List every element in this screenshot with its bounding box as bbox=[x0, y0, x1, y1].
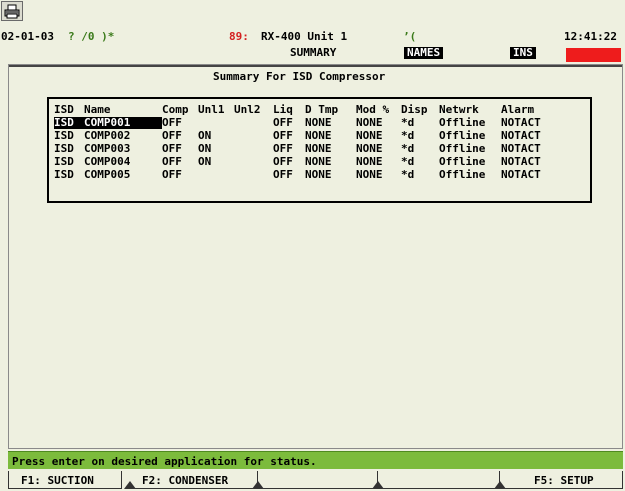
row-type: ISD bbox=[54, 155, 74, 168]
column-header: D Tmp bbox=[305, 103, 339, 116]
cell-alarm: NOTACT bbox=[501, 129, 541, 142]
fkey-label: F5: SETUP bbox=[534, 474, 594, 487]
cell-comp: OFF bbox=[162, 129, 182, 142]
key-separator bbox=[494, 481, 506, 489]
cell-comp: OFF bbox=[162, 116, 182, 129]
cell-netwrk: Offline bbox=[439, 168, 486, 181]
f5-setup-key[interactable]: F5: SETUP bbox=[494, 471, 623, 489]
page-title: Summary For ISD Compressor bbox=[213, 70, 386, 83]
key-separator bbox=[252, 481, 264, 489]
unit-name: RX-400 Unit 1 bbox=[261, 30, 348, 43]
cell-comp: OFF bbox=[162, 142, 182, 155]
cell-dtmp: NONE bbox=[305, 155, 332, 168]
cell-unl1: ON bbox=[198, 142, 212, 155]
divider bbox=[9, 65, 622, 67]
cell-netwrk: Offline bbox=[439, 129, 486, 142]
row-type: ISD bbox=[54, 168, 74, 181]
cell-dtmp: NONE bbox=[305, 129, 332, 142]
column-header: Liq bbox=[273, 103, 293, 116]
cell-mod: NONE bbox=[356, 142, 383, 155]
screen-title: SUMMARY bbox=[290, 46, 337, 59]
tool-strip bbox=[0, 0, 625, 25]
header: 02-01-03 ? /0 )* 89: RX-400 Unit 1 ’( 12… bbox=[0, 25, 625, 64]
column-header: Disp bbox=[401, 103, 428, 116]
cell-netwrk: Offline bbox=[439, 142, 486, 155]
cell-mod: NONE bbox=[356, 168, 383, 181]
cell-unl1: ON bbox=[198, 155, 212, 168]
column-header: Comp bbox=[162, 103, 189, 116]
main-panel: Summary For ISD Compressor ISD Name Comp… bbox=[8, 64, 623, 449]
date-display: 02-01-03 bbox=[1, 30, 54, 43]
column-header: Netwrk bbox=[439, 103, 479, 116]
column-header: Unl2 bbox=[234, 103, 261, 116]
cell-alarm: NOTACT bbox=[501, 142, 541, 155]
row-name[interactable]: COMP005 bbox=[84, 169, 130, 181]
cell-dtmp: NONE bbox=[305, 142, 332, 155]
names-indicator[interactable]: NAMES bbox=[404, 47, 444, 59]
cell-unl1: ON bbox=[198, 129, 212, 142]
clock: 12:41:22 bbox=[564, 30, 617, 43]
print-button[interactable] bbox=[1, 1, 23, 21]
cell-mod: NONE bbox=[356, 155, 383, 168]
connection-mark: ’( bbox=[403, 30, 417, 43]
cell-mod: NONE bbox=[356, 116, 383, 129]
f2-condenser-key[interactable]: F2: CONDENSER bbox=[124, 471, 258, 489]
cell-disp: *d bbox=[401, 116, 415, 129]
f3-key[interactable] bbox=[252, 471, 378, 489]
row-type: ISD bbox=[54, 129, 74, 142]
fkey-label: F1: SUCTION bbox=[21, 474, 94, 487]
cell-mod: NONE bbox=[356, 129, 383, 142]
cell-alarm: NOTACT bbox=[501, 168, 541, 181]
row-name[interactable]: COMP002 bbox=[84, 130, 130, 142]
cell-liq: OFF bbox=[273, 168, 293, 181]
fkey-label: F2: CONDENSER bbox=[142, 474, 229, 487]
status-flags: ? /0 )* bbox=[68, 30, 115, 43]
key-separator bbox=[124, 481, 136, 489]
column-header: Name bbox=[84, 103, 111, 116]
cell-disp: *d bbox=[401, 142, 415, 155]
cell-liq: OFF bbox=[273, 155, 293, 168]
row-name[interactable]: COMP001 bbox=[84, 117, 131, 129]
row-name[interactable]: COMP004 bbox=[84, 156, 130, 168]
cell-netwrk: Offline bbox=[439, 116, 486, 129]
cell-liq: OFF bbox=[273, 129, 293, 142]
cell-dtmp: NONE bbox=[305, 116, 332, 129]
status-message: Press enter on desired application for s… bbox=[12, 455, 317, 468]
cell-liq: OFF bbox=[273, 116, 293, 129]
cell-alarm: NOTACT bbox=[501, 155, 541, 168]
cell-liq: OFF bbox=[273, 142, 293, 155]
cell-alarm: NOTACT bbox=[501, 116, 541, 129]
column-header: Mod % bbox=[356, 103, 390, 116]
row-type: ISD bbox=[54, 142, 74, 155]
column-header: Unl1 bbox=[198, 103, 225, 116]
column-header: ISD bbox=[54, 103, 74, 116]
function-key-bar: F1: SUCTION F2: CONDENSER F5: SETUP bbox=[8, 471, 623, 491]
cell-dtmp: NONE bbox=[305, 168, 332, 181]
row-type: ISD bbox=[54, 116, 74, 129]
cell-netwrk: Offline bbox=[439, 155, 486, 168]
ins-indicator: INS bbox=[510, 47, 536, 59]
f1-suction-key[interactable]: F1: SUCTION bbox=[8, 471, 122, 489]
key-separator bbox=[372, 481, 384, 489]
summary-table: ISD Name Comp Unl1 Unl2 Liq D Tmp Mod % … bbox=[47, 97, 592, 203]
column-header: Alarm bbox=[501, 103, 535, 116]
cell-disp: *d bbox=[401, 155, 415, 168]
unit-number: 89: bbox=[229, 30, 249, 43]
cell-disp: *d bbox=[401, 129, 415, 142]
alarm-indicator bbox=[566, 48, 621, 62]
printer-icon bbox=[4, 4, 20, 19]
cell-comp: OFF bbox=[162, 168, 182, 181]
cell-comp: OFF bbox=[162, 155, 182, 168]
f4-key[interactable] bbox=[372, 471, 500, 489]
status-bar: Press enter on desired application for s… bbox=[8, 451, 623, 469]
row-name[interactable]: COMP003 bbox=[84, 143, 130, 155]
cell-disp: *d bbox=[401, 168, 415, 181]
